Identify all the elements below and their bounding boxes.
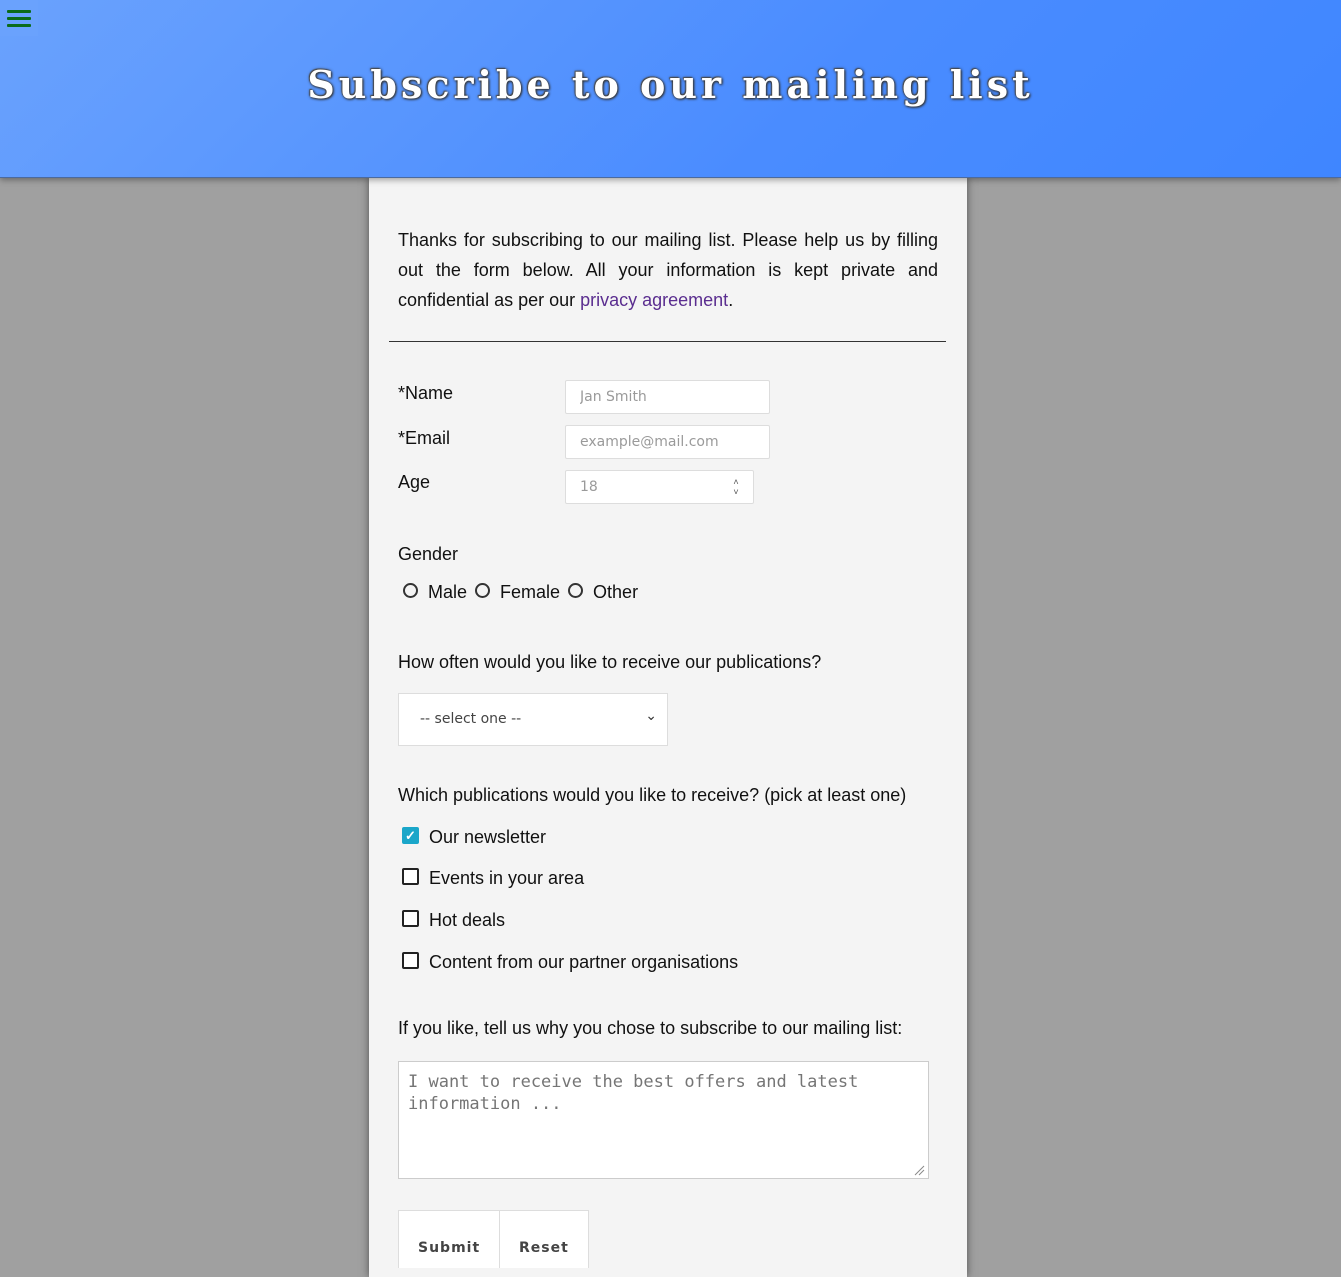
page-title: Subscribe to our mailing list bbox=[307, 62, 1034, 107]
divider bbox=[389, 341, 946, 342]
publication-label: Content from our partner organisations bbox=[429, 952, 739, 972]
publication-label: Events in your area bbox=[429, 868, 585, 888]
publication-option-partners[interactable]: Content from our partner organisations bbox=[398, 952, 738, 973]
intro-text: Thanks for subscribing to our mailing li… bbox=[398, 225, 938, 315]
publication-label: Hot deals bbox=[429, 910, 506, 930]
checkbox-icon[interactable] bbox=[402, 910, 419, 927]
age-spinner[interactable]: ˄ ˅ bbox=[729, 477, 743, 501]
intro-text-after: . bbox=[728, 290, 734, 310]
reason-label: If you like, tell us why you chose to su… bbox=[398, 1018, 903, 1038]
hamburger-menu-icon[interactable] bbox=[0, 0, 38, 36]
spin-up-icon[interactable]: ˄ bbox=[729, 477, 743, 487]
name-input[interactable] bbox=[565, 380, 770, 414]
resize-handle-icon[interactable] bbox=[914, 1165, 925, 1176]
spin-down-icon[interactable]: ˅ bbox=[729, 487, 743, 497]
page-header: Subscribe to our mailing list bbox=[0, 0, 1341, 178]
checkbox-icon[interactable] bbox=[402, 952, 419, 969]
publication-label: Our newsletter bbox=[429, 827, 547, 847]
email-label: *Email bbox=[398, 428, 451, 448]
frequency-selected-value: -- select one -- bbox=[420, 711, 522, 727]
form-panel: Thanks for subscribing to our mailing li… bbox=[369, 177, 967, 1277]
email-input[interactable] bbox=[565, 425, 770, 459]
reset-button[interactable]: Reset bbox=[499, 1210, 589, 1268]
submit-button[interactable]: Submit bbox=[398, 1210, 501, 1268]
gender-option-label: Other bbox=[593, 582, 639, 602]
gender-radio-female[interactable] bbox=[475, 583, 491, 598]
frequency-select[interactable]: -- select one -- ⌄ bbox=[398, 693, 668, 746]
publication-option-events[interactable]: Events in your area bbox=[398, 868, 584, 889]
reason-textarea[interactable] bbox=[398, 1061, 929, 1179]
gender-option-label: Male bbox=[428, 582, 468, 602]
checkbox-icon[interactable] bbox=[402, 868, 419, 885]
gender-radio-other[interactable] bbox=[568, 583, 584, 598]
checkbox-checked-icon[interactable]: ✓ bbox=[402, 827, 419, 844]
chevron-down-icon: ⌄ bbox=[645, 708, 657, 724]
publications-label: Which publications would you like to rec… bbox=[398, 785, 907, 805]
frequency-label: How often would you like to receive our … bbox=[398, 652, 822, 672]
name-label: *Name bbox=[398, 383, 454, 403]
privacy-agreement-link[interactable]: privacy agreement bbox=[580, 290, 728, 310]
publication-option-hot-deals[interactable]: Hot deals bbox=[398, 910, 505, 931]
gender-option-label: Female bbox=[500, 582, 561, 602]
gender-radio-group: Male Female Other bbox=[398, 582, 646, 603]
publication-option-newsletter[interactable]: ✓ Our newsletter bbox=[398, 827, 546, 848]
gender-radio-male[interactable] bbox=[403, 583, 418, 598]
age-label: Age bbox=[398, 472, 431, 492]
gender-label: Gender bbox=[398, 544, 459, 564]
age-input[interactable] bbox=[565, 470, 754, 504]
